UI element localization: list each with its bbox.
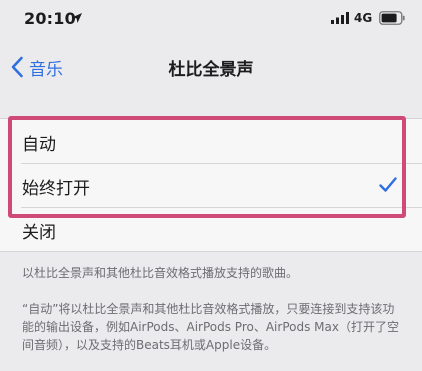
battery-icon [379,11,405,25]
footer-note: 以杜比全景声和其他杜比音效格式播放支持的歌曲。 [22,266,299,280]
option-off[interactable]: 关闭 [0,207,422,251]
status-time: 20:10 [24,9,76,28]
nav-bar: 音乐 杜比全景声 [0,40,422,94]
footer-description: “自动”将以杜比全景声和其他杜比音效格式播放，只要连接到支持该功能的输出设备，例… [22,302,399,352]
option-label: 自动 [22,135,56,155]
option-always-on[interactable]: 始终打开 [0,163,422,207]
location-icon [72,13,82,23]
option-label: 始终打开 [22,179,90,199]
network-type: 4G [354,11,373,25]
checkmark-icon [379,177,397,192]
signal-icon [331,12,349,24]
screen: 20:10 4G 音乐 杜比全景声 自动 始终打开 关闭 以杜比全景声和其他杜比… [0,0,422,371]
option-label: 关闭 [22,223,56,243]
status-bar: 20:10 4G [0,0,422,40]
option-list: 自动 始终打开 关闭 [0,118,422,252]
page-title: 杜比全景声 [168,60,254,80]
option-auto[interactable]: 自动 [0,119,422,163]
